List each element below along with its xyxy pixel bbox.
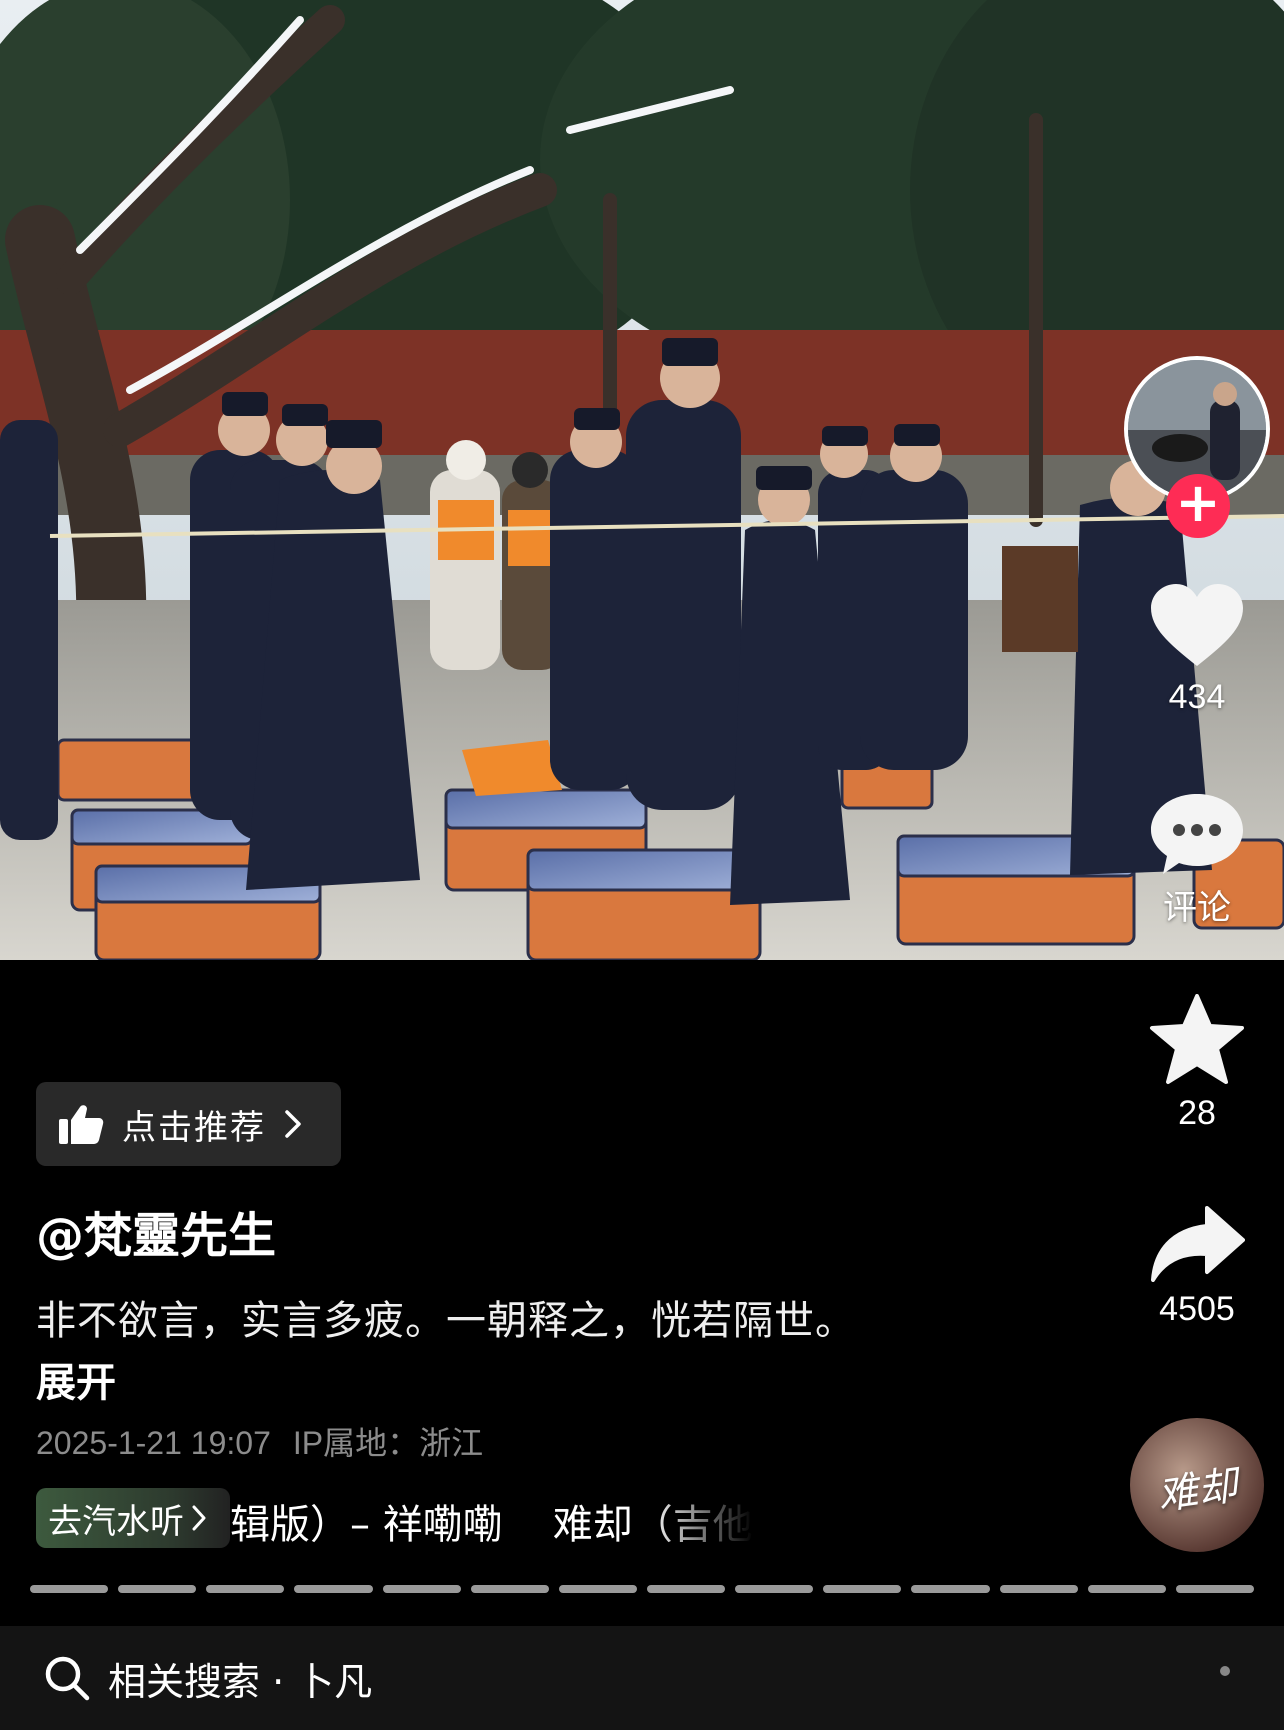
song-title: 辑版）– 祥嘞嘞 bbox=[230, 1502, 503, 1548]
share-button[interactable]: 4505 bbox=[1140, 1206, 1254, 1329]
search-icon bbox=[45, 1656, 90, 1701]
progress-segment bbox=[646, 1585, 726, 1593]
comment-label: 评论 bbox=[1163, 889, 1231, 927]
progress-segment bbox=[1175, 1585, 1254, 1593]
comment-icon bbox=[1151, 794, 1243, 874]
favorite-count: 28 bbox=[1178, 1094, 1216, 1132]
progress-segment bbox=[206, 1585, 285, 1593]
video-frame[interactable] bbox=[0, 0, 1284, 960]
chevron-right-icon bbox=[192, 1505, 206, 1531]
expand-link[interactable]: 展开 bbox=[36, 1350, 116, 1408]
music-disc-label: 难却 bbox=[1154, 1462, 1241, 1520]
like-button[interactable]: 434 bbox=[1140, 582, 1254, 717]
heart-icon bbox=[1151, 584, 1243, 666]
progress-segment bbox=[823, 1585, 902, 1593]
more-dot bbox=[1220, 1666, 1230, 1676]
progress-segment bbox=[470, 1585, 549, 1593]
progress-segment bbox=[1087, 1585, 1166, 1593]
star-icon bbox=[1150, 994, 1244, 1084]
progress-segment bbox=[558, 1585, 637, 1593]
progress-segment bbox=[30, 1585, 109, 1593]
music-row[interactable]: 去汽水听 辑版）– 祥嘞嘞 难却（吉他 bbox=[36, 1488, 756, 1548]
share-icon bbox=[1151, 1206, 1245, 1282]
progress-segment bbox=[911, 1585, 990, 1593]
ip-location: IP属地：浙江 bbox=[292, 1425, 484, 1461]
video-scene bbox=[0, 0, 1284, 960]
progress-segment bbox=[294, 1585, 373, 1593]
related-search-bar[interactable]: 相关搜索 · 卜凡 bbox=[0, 1626, 1284, 1730]
favorite-button[interactable]: 28 bbox=[1140, 994, 1254, 1133]
progress-segment bbox=[999, 1585, 1078, 1593]
thumbs-up-icon bbox=[59, 1105, 104, 1144]
post-meta: 2025-1-21 19:07 IP属地：浙江 bbox=[36, 1418, 483, 1464]
chevron-right-icon bbox=[285, 1110, 301, 1138]
comment-button[interactable]: 评论 bbox=[1140, 790, 1254, 929]
listen-label: 去汽水听 bbox=[48, 1501, 184, 1542]
creator-avatar-group[interactable]: + bbox=[1124, 356, 1270, 538]
related-search-text: 相关搜索 · 卜凡 bbox=[108, 1659, 373, 1704]
author-name[interactable]: @梵靈先生 bbox=[36, 1196, 276, 1266]
share-count: 4505 bbox=[1159, 1290, 1235, 1328]
like-count: 434 bbox=[1168, 678, 1226, 716]
post-date: 2025-1-21 19:07 bbox=[36, 1425, 271, 1461]
progress-segment bbox=[382, 1585, 461, 1593]
music-disc[interactable]: 难却 bbox=[1130, 1418, 1264, 1552]
video-caption: 非不欲言，实言多疲。一朝释之，恍若隔世。 bbox=[36, 1298, 856, 1344]
progress-segments bbox=[30, 1585, 1254, 1595]
progress-segment bbox=[735, 1585, 814, 1593]
follow-plus-icon[interactable]: + bbox=[1166, 474, 1230, 538]
progress-segment bbox=[118, 1585, 197, 1593]
recommend-button[interactable]: 点击推荐 bbox=[36, 1082, 341, 1166]
song-title-next: 难却（吉他 bbox=[552, 1502, 753, 1548]
listen-on-qishui-button[interactable]: 去汽水听 bbox=[36, 1488, 230, 1548]
song-marquee: 辑版）– 祥嘞嘞 难却（吉他 bbox=[230, 1492, 753, 1548]
recommend-label: 点击推荐 bbox=[122, 1107, 266, 1148]
